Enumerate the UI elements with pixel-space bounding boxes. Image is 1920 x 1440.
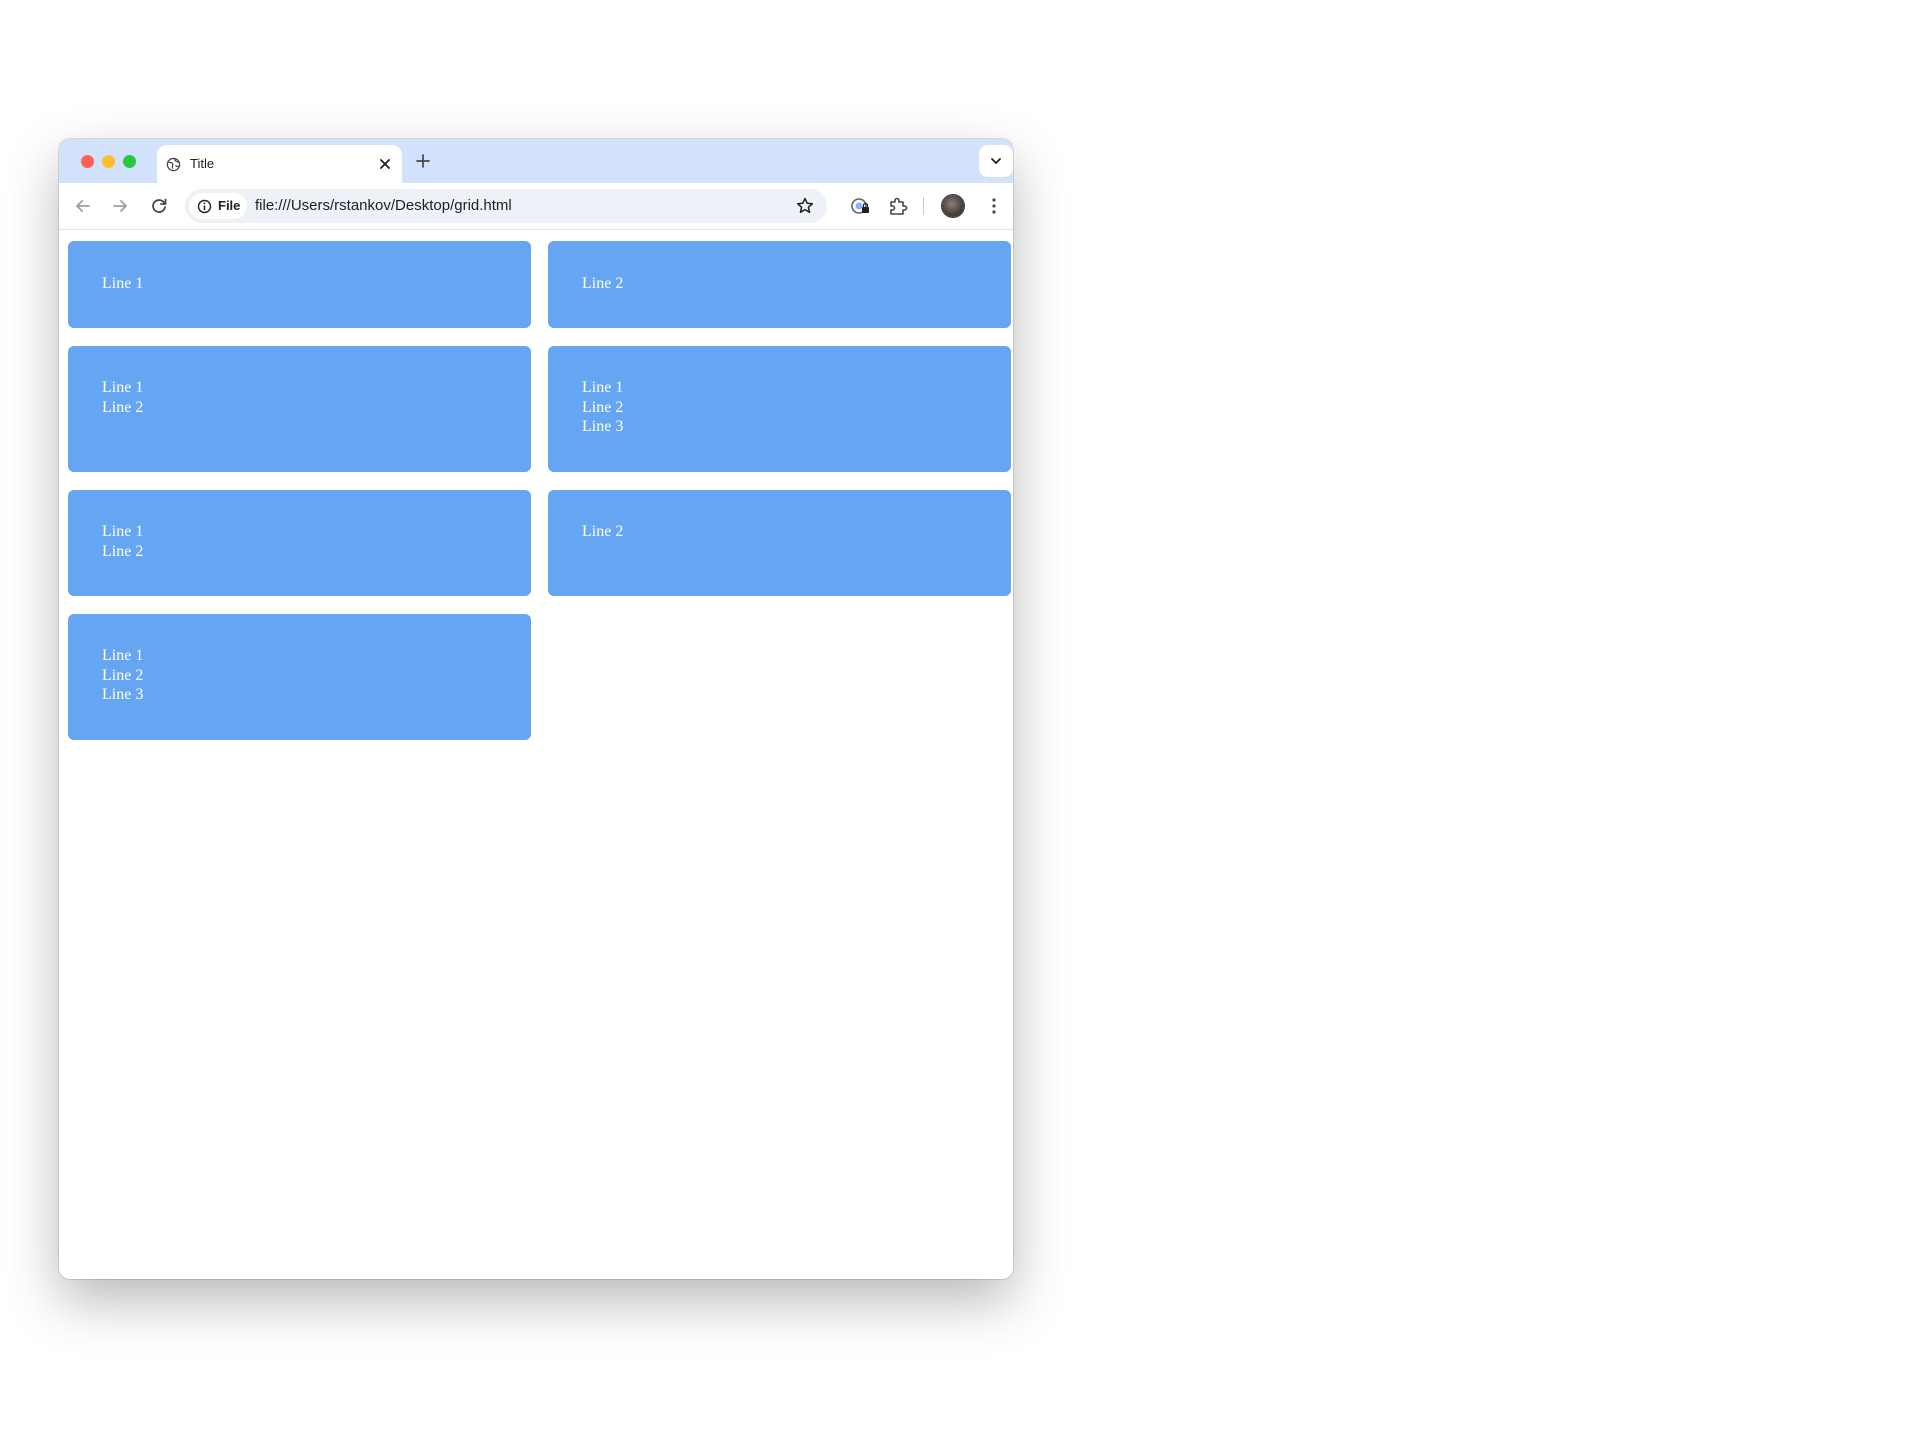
close-window-button[interactable] [81,155,94,168]
more-vertical-icon[interactable] [982,194,1006,218]
grid-cell: Line 1 Line 2 [68,346,531,472]
cell-line: Line 2 [102,398,144,416]
cell-line: Line 2 [102,666,144,684]
cell-line: Line 2 [582,523,624,540]
cell-line: Line 1 [582,379,624,396]
site-info-chip[interactable]: File [189,193,247,219]
info-icon [197,199,212,214]
profile-avatar[interactable] [942,195,964,217]
maximize-window-button[interactable] [123,155,136,168]
cell-line: Line 1 [102,275,144,292]
grid-cell: Line 1 Line 2 Line 3 [548,346,1011,472]
address-bar[interactable]: File file:///Users/rstankov/Desktop/grid… [185,189,827,223]
cell-line: Line 3 [102,686,144,703]
cell-line: Line 2 [582,275,624,292]
grid-cell: Line 1 Line 2 Line 3 [68,614,531,740]
tab-strip: Title [59,139,1013,183]
url-text[interactable]: file:///Users/rstankov/Desktop/grid.html [255,197,512,214]
close-icon[interactable] [376,155,394,173]
chevron-down-icon [991,158,1001,164]
cell-line: Line 1 [102,523,144,540]
new-tab-button[interactable] [412,150,434,172]
grid-cell: Line 1 [68,241,531,328]
reload-icon[interactable] [147,194,171,218]
tab-active[interactable]: Title [157,145,402,183]
browser-window: Title File file:///Users/rstankov/Deskto… [59,139,1013,1279]
forward-arrow-icon[interactable] [108,194,132,218]
bookmark-star-icon[interactable] [795,196,815,216]
toolbar: File file:///Users/rstankov/Desktop/grid… [59,183,1013,230]
tab-title: Title [190,156,215,171]
cell-line: Line 1 [102,379,144,396]
chip-label: File [218,198,241,213]
cell-line: Line 3 [582,418,624,435]
cell-line: Line 2 [102,542,144,560]
grid-cell: Line 1 Line 2 [68,490,531,596]
minimize-window-button[interactable] [102,155,115,168]
cell-line: Line 1 [102,647,144,664]
globe-icon [166,157,181,172]
grid-cell: Line 2 [548,490,1011,596]
tab-search-button[interactable] [979,145,1013,177]
page-content: Line 1 Line 2 Line 1 Line 2 Line 1 Line … [59,230,1013,1279]
cell-line: Line 2 [582,398,624,416]
grid-cell: Line 2 [548,241,1011,328]
back-arrow-icon[interactable] [71,194,95,218]
toolbar-divider [923,197,924,215]
password-manager-icon[interactable] [848,194,872,218]
puzzle-icon[interactable] [886,194,910,218]
